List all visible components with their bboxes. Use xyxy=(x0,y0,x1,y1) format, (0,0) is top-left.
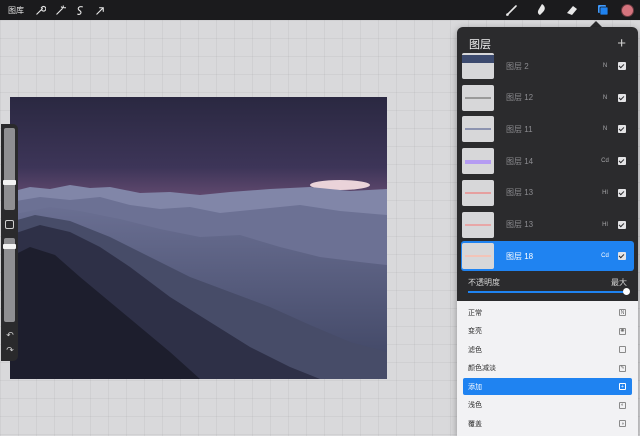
layer-name: 图层 11 xyxy=(506,124,533,134)
layer-thumbnail xyxy=(462,53,494,79)
blend-mode-label: 滤色 xyxy=(468,346,482,354)
layer-visibility-checkbox[interactable] xyxy=(618,62,626,70)
layers-panel: 图层 + 图层 2 N 图层 12 N 图层 11 N 图层 14 Cd 图层 13 Hl 图层 1… xyxy=(457,27,638,436)
wrench-icon[interactable] xyxy=(30,0,50,20)
sun-icon: ✺ xyxy=(619,327,626,335)
n-icon: N xyxy=(619,309,626,316)
layer-row[interactable]: 图层 14 Cd xyxy=(461,146,634,176)
layer-name: 图层 2 xyxy=(506,61,529,71)
layer-thumbnail-stroke xyxy=(465,191,491,194)
toolbar-right-group xyxy=(501,0,634,20)
eraser-icon[interactable] xyxy=(561,0,583,20)
layer-thumbnail xyxy=(462,148,494,175)
layer-visibility-checkbox[interactable] xyxy=(618,252,626,261)
move-arrow-icon[interactable] xyxy=(90,0,110,20)
gallery-button[interactable]: 图库 xyxy=(8,5,30,16)
redo-icon[interactable]: ↷ xyxy=(5,345,15,355)
undo-icon[interactable]: ↶ xyxy=(5,330,15,340)
layer-name: 图层 13 xyxy=(506,188,534,198)
blend-mode-label: 覆盖 xyxy=(468,420,482,428)
layer-row[interactable]: 图层 13 Hl xyxy=(461,178,634,208)
screen-icon xyxy=(619,346,626,353)
top-toolbar: 图库 xyxy=(0,0,640,20)
blend-mode-list: 正常 N 变亮 ✺ 滤色颜色减淡 ✎ 添加 + 浅色 ◐ 覆盖 ◑ xyxy=(457,301,638,436)
blend-mode-label: 添加 xyxy=(468,383,482,391)
layer-visibility-checkbox[interactable] xyxy=(618,157,626,166)
layer-visibility-checkbox[interactable] xyxy=(618,220,626,229)
layer-row[interactable]: 图层 13 Hl xyxy=(461,210,634,240)
selection-icon[interactable] xyxy=(70,0,90,20)
layer-thumbnail xyxy=(462,243,494,270)
layer-name: 图层 18 xyxy=(506,251,534,261)
layers-icon[interactable] xyxy=(591,0,613,20)
brush-size-slider[interactable] xyxy=(4,128,15,210)
layers-panel-title: 图层 xyxy=(469,38,491,51)
brush-icon[interactable] xyxy=(501,0,523,20)
layer-row[interactable]: 图层 18 Cd xyxy=(461,241,634,272)
layer-blend-mode[interactable]: Hl xyxy=(598,190,612,196)
color-picker-button[interactable] xyxy=(621,3,634,17)
opacity-label: 不透明度 xyxy=(468,278,500,287)
layer-thumbnail-stroke xyxy=(465,160,491,165)
layer-thumbnail-stroke xyxy=(465,223,491,226)
mountain-sunset-illustration xyxy=(10,97,387,379)
blend-mode-label: 正常 xyxy=(468,309,482,317)
layer-row[interactable]: 图层 2 N xyxy=(461,51,634,81)
blend-mode-label: 颜色减淡 xyxy=(468,365,496,372)
layer-blend-mode[interactable]: Hl xyxy=(598,222,612,228)
layer-blend-mode[interactable]: N xyxy=(598,63,612,69)
layer-thumbnail xyxy=(462,116,494,143)
layer-name: 图层 14 xyxy=(506,156,534,166)
layer-name: 图层 13 xyxy=(506,220,534,229)
lighter-icon: ◐ xyxy=(619,401,626,409)
layer-thumbnail-stroke xyxy=(465,128,491,131)
opacity-max-label: 最大 xyxy=(611,278,627,287)
layer-name: 图层 12 xyxy=(506,93,534,103)
layer-visibility-checkbox[interactable] xyxy=(618,93,626,102)
blend-mode-label: 变亮 xyxy=(468,328,482,335)
modify-button[interactable] xyxy=(5,220,14,229)
opacity-slider-knob[interactable] xyxy=(623,288,630,295)
brush-size-knob[interactable] xyxy=(3,180,16,185)
smudge-icon[interactable] xyxy=(531,0,553,20)
layer-row[interactable]: 图层 11 N xyxy=(461,114,634,144)
artwork-canvas[interactable] xyxy=(10,97,387,379)
layer-visibility-checkbox[interactable] xyxy=(618,125,626,134)
dodge-icon: ✎ xyxy=(619,364,626,372)
layer-thumbnail-stroke xyxy=(462,55,494,63)
overlay-icon: ◑ xyxy=(619,420,626,427)
opacity-slider[interactable] xyxy=(468,291,628,293)
blend-mode-option[interactable]: 覆盖 ◑ xyxy=(463,415,632,432)
layer-thumbnail xyxy=(462,84,494,111)
layer-thumbnail xyxy=(462,179,494,206)
brush-opacity-slider[interactable] xyxy=(4,238,15,322)
layer-blend-mode[interactable]: Cd xyxy=(598,158,612,164)
brush-opacity-knob[interactable] xyxy=(3,244,16,249)
layer-thumbnail-stroke xyxy=(465,96,491,99)
blend-mode-option[interactable]: 变亮 ✺ xyxy=(463,323,632,340)
layer-thumbnail xyxy=(462,211,494,238)
left-sidebar: ↶ ↷ xyxy=(1,124,18,361)
layer-blend-mode[interactable]: Cd xyxy=(598,253,612,259)
layer-row[interactable]: 图层 12 N xyxy=(461,83,634,113)
layer-visibility-checkbox[interactable] xyxy=(618,188,626,197)
blend-mode-option[interactable]: 正常 N xyxy=(463,304,632,321)
blend-mode-label: 浅色 xyxy=(468,402,482,409)
layer-thumbnail-stroke xyxy=(465,255,491,258)
layer-blend-mode[interactable]: N xyxy=(598,126,612,132)
blend-mode-option[interactable]: 滤色 xyxy=(463,341,632,358)
blend-mode-option[interactable]: 添加 + xyxy=(463,378,632,395)
magic-wand-icon[interactable] xyxy=(50,0,70,20)
blend-mode-option[interactable]: 颜色减淡 ✎ xyxy=(463,360,632,377)
layer-blend-mode[interactable]: N xyxy=(598,95,612,101)
blend-mode-option[interactable]: 浅色 ◐ xyxy=(463,397,632,414)
plus-icon: + xyxy=(619,383,626,390)
opacity-control: 不透明度 最大 xyxy=(457,271,638,301)
add-layer-button[interactable]: + xyxy=(617,36,626,51)
